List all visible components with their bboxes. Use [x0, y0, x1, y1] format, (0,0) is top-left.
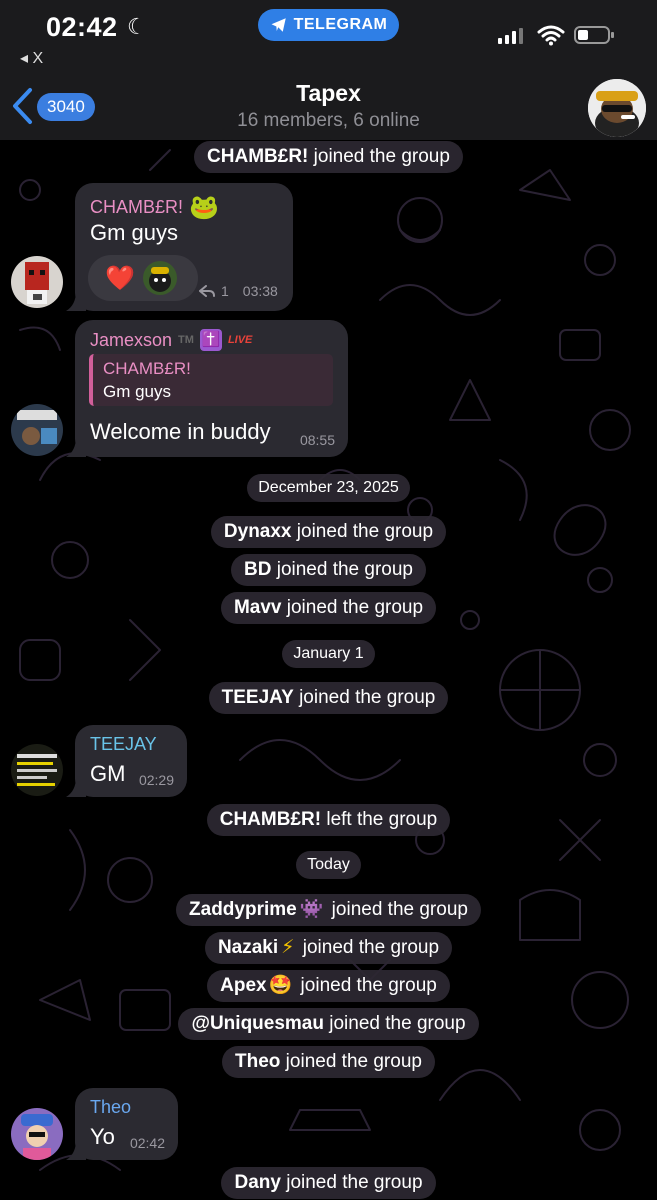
service-text: joined the group [291, 521, 434, 542]
message-time: 08:55 [299, 432, 335, 448]
service-message: Dany joined the group [0, 1167, 657, 1199]
service-user-name[interactable]: Dany [234, 1172, 280, 1193]
service-user-name[interactable]: Mavv [234, 597, 282, 618]
wifi-icon [537, 25, 565, 46]
service-message: Mavv joined the group [0, 592, 657, 624]
frog-emoji: 🐸 [189, 194, 219, 221]
service-user-name[interactable]: Nazaki [218, 937, 278, 958]
battery-icon [574, 26, 614, 44]
star-eyes-emoji: 🤩 [268, 975, 293, 996]
service-user-name[interactable]: Apex [220, 975, 266, 996]
bubble-tail [66, 437, 86, 457]
service-text: joined the group [271, 559, 413, 580]
service-user-name[interactable]: CHAMB£R! [220, 809, 321, 830]
message-bubble[interactable]: Theo Yo 02:42 [66, 1088, 178, 1160]
telegram-app-pill[interactable]: TELEGRAM [258, 9, 399, 41]
date-separator: December 23, 2025 [0, 474, 657, 502]
reply-count[interactable]: 1 [221, 283, 229, 299]
service-message: @Uniquesmau joined the group [0, 1008, 657, 1040]
cellular-signal-icon [498, 28, 523, 44]
service-message: TEEJAY joined the group [0, 682, 657, 714]
status-bar: 02:42 ☾ ◂ X TELEGRAM [0, 0, 657, 72]
sender-name[interactable]: Jamexson [90, 330, 172, 351]
service-user-name[interactable]: BD [244, 559, 271, 580]
telegram-plane-icon [271, 18, 286, 32]
battery-level [578, 30, 588, 40]
service-message: CHAMB£R! left the group [0, 804, 657, 836]
service-user-name[interactable]: TEEJAY [222, 687, 294, 708]
telegram-pill-label: TELEGRAM [293, 16, 388, 33]
service-message: BD joined the group [0, 554, 657, 586]
focus-moon-icon: ☾ [127, 14, 147, 39]
service-text: joined the group [281, 597, 424, 618]
live-badge: LIVE [227, 334, 253, 346]
user-avatar-theo[interactable] [11, 1108, 63, 1160]
service-message: CHAMB£R! joined the group [0, 141, 657, 173]
message-bubble[interactable]: Jamexson TM ✝️ LIVE CHAMB£R! Gm guys Wel… [66, 320, 348, 457]
service-user-name[interactable]: CHAMB£R! [207, 146, 308, 167]
message-time: 02:42 [129, 1135, 165, 1151]
message-text: Gm guys [90, 220, 179, 245]
status-time: 02:42 [46, 12, 118, 42]
service-text: left the group [321, 809, 438, 830]
service-message: Zaddyprime 👾 joined the group [0, 894, 657, 926]
service-text: joined the group [323, 1013, 466, 1034]
reaction-chip[interactable]: ❤️ [88, 255, 198, 301]
user-avatar-jamexson[interactable] [11, 404, 63, 456]
chat-title[interactable]: Tapex [0, 80, 657, 107]
service-text: joined the group [293, 687, 436, 708]
service-text: joined the group [280, 1051, 422, 1072]
quote-sender: CHAMB£R! [103, 359, 191, 378]
date-separator: Today [0, 851, 657, 879]
service-text: joined the group [295, 975, 437, 996]
reactor-avatar [143, 261, 177, 295]
sender-name[interactable]: CHAMB£R! [90, 197, 183, 218]
service-user-name[interactable]: Zaddyprime [189, 899, 297, 920]
message-text: GM [90, 761, 126, 786]
heart-reaction-icon: ❤️ [105, 265, 135, 292]
alien-emoji: 👾 [299, 899, 324, 920]
service-text: joined the group [326, 899, 468, 920]
service-message: Dynaxx joined the group [0, 516, 657, 548]
service-message: Apex 🤩 joined the group [0, 970, 657, 1002]
cross-emoji: ✝️ [199, 329, 222, 351]
bubble-tail [66, 291, 86, 311]
date-separator: January 1 [0, 640, 657, 668]
message-feed[interactable]: CHAMB£R! joined the group CHAMB£R! 🐸 Gm … [0, 0, 657, 1200]
trademark-badge: TM [178, 334, 194, 346]
back-to-app-link[interactable]: ◂ X [20, 48, 43, 68]
chat-header: 3040 Tapex 16 members, 6 online [0, 72, 657, 140]
message-time: 03:38 [242, 283, 278, 299]
service-text: joined the group [280, 1172, 423, 1193]
group-avatar[interactable] [588, 79, 646, 137]
message-text: Welcome in buddy [90, 419, 271, 444]
service-text: joined the group [308, 146, 450, 167]
quote-text: Gm guys [103, 382, 172, 401]
chat-subtitle: 16 members, 6 online [237, 110, 420, 131]
message-text: Yo [90, 1124, 115, 1149]
service-user-name[interactable]: Theo [235, 1051, 280, 1072]
service-user-name[interactable]: @Uniquesmau [191, 1013, 324, 1034]
service-message: Nazaki ⚡ joined the group [0, 932, 657, 964]
sender-name[interactable]: Theo [90, 1097, 131, 1118]
quoted-reply[interactable]: CHAMB£R! Gm guys [89, 354, 333, 406]
date-label: December 23, 2025 [247, 474, 410, 502]
service-text: joined the group [297, 937, 440, 958]
user-avatar-chamber[interactable] [11, 256, 63, 308]
bubble-tail [66, 1140, 86, 1160]
reply-arrow-icon [199, 285, 215, 297]
service-user-name[interactable]: Dynaxx [224, 521, 292, 542]
user-avatar-teejay[interactable] [11, 744, 63, 796]
sender-name[interactable]: TEEJAY [90, 734, 157, 755]
lightning-emoji: ⚡ [281, 937, 295, 958]
date-label: January 1 [282, 640, 375, 668]
bubble-tail [66, 777, 86, 797]
message-bubble[interactable]: TEEJAY GM 02:29 [66, 725, 187, 797]
date-label: Today [296, 851, 361, 879]
service-message: Theo joined the group [0, 1046, 657, 1078]
message-bubble[interactable]: CHAMB£R! 🐸 Gm guys ❤️ 1 03:38 [66, 183, 293, 311]
message-time: 02:29 [138, 772, 174, 788]
